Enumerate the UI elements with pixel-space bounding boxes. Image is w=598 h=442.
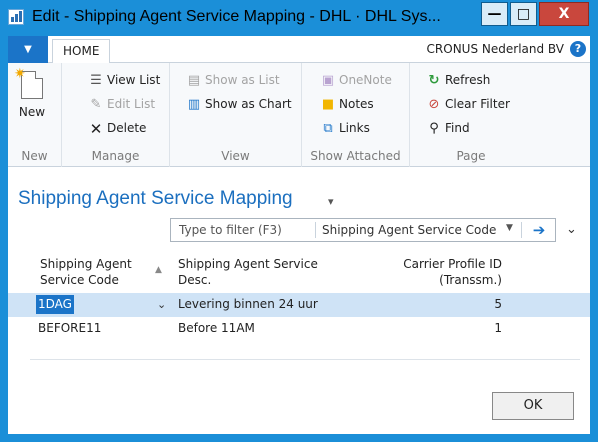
table-row[interactable]: BEFORE11 Before 11AM 1 [8, 317, 590, 341]
minimize-button[interactable]: — [481, 2, 508, 26]
tab-home[interactable]: HOME [52, 39, 111, 64]
show-as-list-label: Show as List [205, 73, 280, 87]
collapse-chevron-icon[interactable]: ⌄ [566, 222, 577, 237]
carrier-profile-cell[interactable]: 5 [380, 297, 502, 311]
clear-filter-button[interactable]: ⊘ Clear Filter [426, 93, 510, 115]
column-header-desc-line2: Desc. [178, 273, 212, 287]
column-header-code-line1: Shipping Agent [40, 257, 132, 271]
notes-label: Notes [339, 97, 374, 111]
find-button[interactable]: ⚲ Find [426, 117, 470, 139]
group-new-label: New [21, 149, 48, 163]
page-title-dropdown-icon[interactable]: ▾ [328, 195, 334, 208]
edit-list-label: Edit List [107, 97, 156, 111]
group-show-attached: ▣ OneNote ■ Notes ⧉ Links Show Attached [302, 63, 410, 167]
delete-label: Delete [107, 121, 147, 135]
group-view-label: View [221, 149, 250, 163]
column-header-profile[interactable]: Carrier Profile ID (Transsm.) [380, 256, 502, 288]
edit-list-button[interactable]: ✎ Edit List [88, 93, 155, 115]
links-icon: ⧉ [323, 120, 333, 136]
app-icon [8, 9, 24, 25]
new-button-label: New [18, 105, 46, 119]
group-show-attached-label: Show Attached [310, 149, 401, 163]
view-list-button[interactable]: ☰ View List [88, 69, 160, 91]
sort-ascending-icon: ▲ [155, 265, 162, 275]
chevron-down-icon[interactable]: ⌄ [157, 298, 166, 311]
column-header-profile-line1: Carrier Profile ID [403, 257, 502, 271]
arrow-right-icon[interactable]: ➔ [527, 220, 551, 240]
title-bar[interactable]: Edit - Shipping Agent Service Mapping - … [0, 0, 598, 36]
company-name: CRONUS Nederland BV [426, 42, 564, 56]
delete-button[interactable]: ✕ Delete [88, 117, 147, 139]
column-header-profile-line2: (Transsm.) [439, 273, 502, 287]
delete-icon: ✕ [89, 119, 103, 138]
help-icon[interactable]: ? [570, 41, 586, 57]
filter-divider [315, 222, 316, 238]
column-header-desc-line1: Shipping Agent Service [178, 257, 318, 271]
edit-list-icon: ✎ [90, 96, 102, 112]
ok-button[interactable]: OK [492, 392, 574, 420]
refresh-label: Refresh [445, 73, 491, 87]
column-header-code[interactable]: Shipping Agent Service Code [40, 256, 132, 288]
grid-header: Shipping Agent Service Code ▲ Shipping A… [8, 248, 590, 293]
links-label: Links [339, 121, 370, 135]
group-page-label: Page [456, 149, 486, 163]
show-as-chart-button[interactable]: ▥ Show as Chart [186, 93, 292, 115]
links-button[interactable]: ⧉ Links [320, 117, 370, 139]
ribbon-tabs: ▼ HOME CRONUS Nederland BV ? [8, 36, 590, 64]
show-as-chart-label: Show as Chart [205, 97, 292, 111]
filter-input[interactable]: Type to filter (F3) [179, 223, 282, 237]
show-as-chart-icon: ▥ [187, 96, 201, 112]
view-list-icon: ☰ [90, 72, 102, 88]
show-as-list-button[interactable]: ▤ Show as List [186, 69, 280, 91]
group-manage: ☰ View List ✎ Edit List ✕ Delete Manage [62, 63, 170, 167]
view-list-label: View List [107, 73, 161, 87]
page-title: Shipping Agent Service Mapping [18, 188, 293, 209]
service-desc-cell[interactable]: Levering binnen 24 uur [178, 297, 318, 311]
notes-icon: ■ [321, 96, 335, 112]
clear-filter-label: Clear Filter [445, 97, 510, 111]
column-header-desc[interactable]: Shipping Agent Service Desc. [178, 256, 318, 288]
onenote-label: OneNote [339, 73, 392, 87]
filter-field-select[interactable]: Shipping Agent Service Code [322, 223, 496, 237]
carrier-profile-cell[interactable]: 1 [380, 321, 502, 335]
group-page: ↻ Refresh ⊘ Clear Filter ⚲ Find Page [410, 63, 532, 167]
service-code-cell[interactable]: BEFORE11 [38, 321, 101, 335]
service-desc-cell[interactable]: Before 11AM [178, 321, 255, 335]
chevron-down-icon[interactable]: ▼ [506, 223, 513, 233]
app-menu-button[interactable]: ▼ [8, 36, 48, 63]
group-view: ▤ Show as List ▥ Show as Chart View [170, 63, 302, 167]
clear-filter-icon: ⊘ [428, 96, 440, 112]
table-row[interactable]: 1DAG ⌄ Levering binnen 24 uur 5 [8, 293, 590, 317]
refresh-button[interactable]: ↻ Refresh [426, 69, 491, 91]
onenote-icon: ▣ [321, 72, 335, 88]
refresh-icon: ↻ [428, 72, 440, 88]
group-new: ✷ New New [8, 63, 62, 167]
maximize-button[interactable]: □ [510, 2, 537, 26]
show-as-list-icon: ▤ [187, 72, 201, 88]
group-manage-label: Manage [91, 149, 140, 163]
grid-divider [30, 359, 580, 360]
find-label: Find [445, 121, 470, 135]
ribbon: ✷ New New ☰ View List ✎ Edit List ✕ Delete … [8, 63, 590, 167]
window: Edit - Shipping Agent Service Mapping - … [0, 0, 598, 442]
new-document-icon: ✷ [14, 66, 43, 99]
filter-divider-2 [521, 222, 522, 238]
binoculars-icon: ⚲ [429, 120, 439, 136]
client-area: ▼ HOME CRONUS Nederland BV ? ✷ New New ☰… [8, 36, 590, 434]
service-code-cell-editing[interactable]: 1DAG [36, 295, 74, 314]
window-title: Edit - Shipping Agent Service Mapping - … [32, 8, 441, 25]
onenote-button[interactable]: ▣ OneNote [320, 69, 392, 91]
close-button[interactable]: X [539, 2, 589, 26]
column-header-code-line2: Service Code [40, 273, 119, 287]
new-button[interactable]: ✷ New [14, 66, 50, 119]
filter-bar: Type to filter (F3) Shipping Agent Servi… [170, 218, 556, 242]
notes-button[interactable]: ■ Notes [320, 93, 374, 115]
